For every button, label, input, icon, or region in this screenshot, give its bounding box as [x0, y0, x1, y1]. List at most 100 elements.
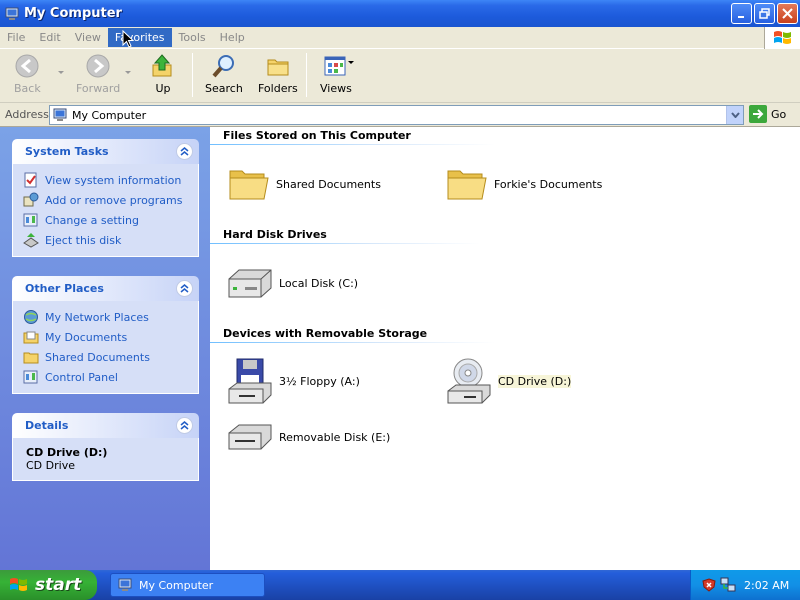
my-documents-icon — [23, 331, 39, 344]
back-button[interactable]: Back — [14, 53, 41, 95]
start-label: start — [35, 575, 82, 595]
menu-favorites[interactable]: Favorites — [107, 28, 172, 47]
item-local-disk-c[interactable]: Local Disk (C:) — [225, 265, 358, 301]
forward-dropdown-icon[interactable] — [125, 71, 131, 74]
folders-button[interactable]: Folders — [258, 53, 298, 95]
item-label: Forkie's Documents — [494, 177, 603, 191]
add-remove-programs-icon — [23, 192, 39, 207]
views-button[interactable]: Views — [320, 53, 352, 95]
place-label: Shared Documents — [45, 350, 150, 364]
task-change-setting[interactable]: Change a setting — [23, 210, 198, 230]
collapse-icon[interactable] — [176, 143, 193, 160]
item-label: Shared Documents — [276, 177, 381, 191]
start-button[interactable]: start — [0, 570, 97, 600]
folder-icon — [229, 170, 269, 200]
item-label: 3½ Floppy (A:) — [279, 374, 360, 388]
collapse-icon[interactable] — [176, 417, 193, 434]
group-divider — [210, 243, 480, 244]
go-button[interactable]: Go — [749, 105, 786, 123]
my-computer-icon — [118, 578, 132, 591]
item-shared-documents[interactable]: Shared Documents — [228, 165, 381, 203]
taskbar-item-my-computer[interactable]: My Computer — [110, 573, 265, 597]
menu-bar: File Edit View Favorites Tools Help — [0, 27, 800, 49]
network-places-icon — [24, 310, 38, 324]
task-eject-disk[interactable]: Eject this disk — [23, 230, 198, 250]
search-button[interactable]: Search — [205, 53, 243, 95]
folder-icon — [447, 170, 487, 200]
my-computer-icon — [5, 7, 19, 20]
place-my-documents[interactable]: My Documents — [23, 327, 198, 347]
forward-button[interactable]: Forward — [76, 53, 120, 95]
up-label: Up — [155, 82, 171, 95]
place-my-network-places[interactable]: My Network Places — [23, 307, 198, 327]
address-bar: Address My Computer Go — [0, 103, 800, 127]
up-button[interactable]: Up — [150, 53, 176, 95]
item-forkies-documents[interactable]: Forkie's Documents — [446, 165, 602, 203]
item-removable-disk-e[interactable]: Removable Disk (E:) — [225, 421, 390, 453]
my-computer-icon — [53, 108, 67, 121]
removable-disk-icon — [228, 424, 272, 450]
collapse-icon[interactable] — [176, 280, 193, 297]
windows-logo — [764, 27, 800, 49]
menu-help[interactable]: Help — [213, 28, 252, 47]
task-add-remove-programs[interactable]: Add or remove programs — [23, 190, 198, 210]
item-cd-drive-d[interactable]: CD Drive (D:) — [444, 357, 572, 405]
system-tray: 2:02 AM — [690, 570, 800, 600]
item-floppy-a[interactable]: 3½ Floppy (A:) — [225, 357, 360, 405]
group-divider — [210, 144, 495, 145]
views-dropdown-icon[interactable] — [348, 61, 354, 64]
go-arrow-icon — [749, 105, 767, 123]
other-places-box: Other Places My Network Places My Docume… — [12, 276, 199, 394]
item-label: Local Disk (C:) — [279, 276, 359, 290]
network-icon[interactable] — [720, 577, 736, 593]
task-label: Add or remove programs — [45, 193, 183, 207]
other-places-title: Other Places — [25, 282, 104, 295]
menu-edit[interactable]: Edit — [32, 28, 67, 47]
group-removable-title: Devices with Removable Storage — [223, 327, 428, 340]
other-places-header[interactable]: Other Places — [12, 276, 199, 301]
search-label: Search — [205, 82, 243, 95]
menu-tools[interactable]: Tools — [172, 28, 213, 47]
address-value: My Computer — [72, 108, 147, 122]
content-area: Files Stored on This Computer Shared Doc… — [210, 127, 800, 570]
details-header[interactable]: Details — [12, 413, 199, 438]
mouse-cursor-icon — [122, 30, 134, 48]
restore-icon — [759, 8, 770, 19]
address-dropdown-button[interactable] — [726, 106, 743, 124]
eject-disk-icon — [23, 233, 39, 248]
item-label: Removable Disk (E:) — [279, 430, 391, 444]
close-button[interactable] — [777, 3, 798, 24]
security-alert-icon[interactable] — [702, 578, 716, 592]
title-bar[interactable]: My Computer — [0, 0, 800, 27]
control-panel-icon — [23, 213, 38, 227]
shared-folder-icon — [23, 352, 39, 364]
taskbar-item-label: My Computer — [139, 578, 214, 592]
details-type: CD Drive — [26, 459, 75, 472]
menu-view[interactable]: View — [68, 28, 108, 47]
address-input[interactable]: My Computer — [49, 105, 744, 125]
details-box: Details CD Drive (D:) CD Drive — [12, 413, 199, 481]
task-label: Change a setting — [45, 213, 139, 227]
minimize-button[interactable] — [731, 3, 752, 24]
system-tasks-title: System Tasks — [25, 145, 109, 158]
close-icon — [782, 8, 793, 19]
item-label: CD Drive (D:) — [498, 374, 572, 388]
system-info-icon — [24, 172, 37, 188]
details-title: Details — [25, 419, 69, 432]
group-divider — [210, 342, 495, 343]
address-label: Address — [5, 108, 49, 121]
floppy-drive-icon — [228, 358, 272, 404]
task-view-system-info[interactable]: View system information — [23, 170, 198, 190]
cd-drive-icon — [447, 358, 491, 404]
maximize-button[interactable] — [754, 3, 775, 24]
windows-flag-icon — [10, 578, 27, 591]
window-title: My Computer — [24, 6, 122, 21]
task-label: Eject this disk — [45, 233, 122, 247]
place-shared-documents[interactable]: Shared Documents — [23, 347, 198, 367]
system-tasks-header[interactable]: System Tasks — [12, 139, 199, 164]
taskbar: start My Computer 2:02 AM — [0, 570, 800, 600]
menu-file[interactable]: File — [0, 28, 32, 47]
place-control-panel[interactable]: Control Panel — [23, 367, 198, 387]
windows-flag-icon — [773, 31, 791, 44]
back-dropdown-icon[interactable] — [58, 71, 64, 74]
